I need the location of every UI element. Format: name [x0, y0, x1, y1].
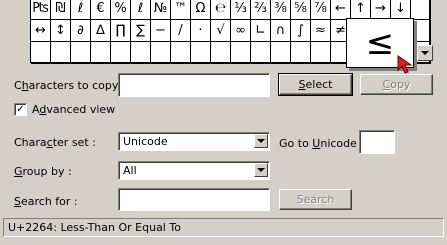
char-cell[interactable] [191, 42, 211, 64]
char-cell[interactable] [111, 42, 131, 64]
search-for-input[interactable] [118, 188, 270, 211]
chevron-down-icon [257, 168, 265, 172]
search-for-label: Search for : [14, 195, 78, 208]
char-cell[interactable] [211, 42, 231, 64]
char-cell[interactable]: ↕ [51, 20, 71, 42]
character-set-dropdown-button[interactable] [254, 134, 268, 148]
char-cell[interactable]: € [91, 0, 111, 20]
group-by-value: All [123, 164, 137, 177]
char-cell[interactable]: ∂ [71, 20, 91, 42]
char-cell[interactable]: % [111, 0, 131, 20]
char-cell[interactable] [151, 42, 171, 64]
select-button-label: Select [298, 78, 333, 91]
char-cell[interactable]: ₪ [51, 0, 71, 20]
char-cell[interactable]: √ [211, 20, 231, 42]
char-cell[interactable]: ℓ [131, 0, 151, 20]
advanced-view-checkbox[interactable]: ✓ [14, 103, 27, 116]
char-cell[interactable]: ₧ [31, 0, 51, 20]
char-cell[interactable] [311, 42, 331, 64]
go-to-unicode-label: Go to Unicode : [279, 137, 365, 150]
group-by-select[interactable]: All [118, 161, 270, 180]
char-cell[interactable] [411, 0, 431, 20]
char-cell[interactable]: ⅔ [251, 0, 271, 20]
check-icon: ✓ [16, 104, 25, 115]
character-set-value: Unicode [123, 135, 168, 148]
copy-button-label: Copy [382, 78, 411, 91]
chevron-down-icon [421, 51, 429, 55]
char-cell[interactable]: → [371, 0, 391, 20]
char-cell[interactable] [251, 42, 271, 64]
go-to-unicode-input[interactable] [359, 130, 395, 154]
group-by-label: Group by : [14, 165, 72, 178]
char-cell[interactable] [91, 42, 111, 64]
char-cell[interactable] [231, 42, 251, 64]
characters-to-copy-label: Characters to copy : [14, 79, 126, 92]
char-cell[interactable] [271, 42, 291, 64]
char-cell[interactable]: ⅞ [311, 0, 331, 20]
char-cell[interactable]: Ω [191, 0, 211, 20]
search-button-label: Search [296, 193, 335, 206]
char-cell[interactable]: ↓ [391, 0, 411, 20]
char-cell[interactable] [171, 42, 191, 64]
char-cell[interactable]: · [191, 20, 211, 42]
char-cell[interactable]: ← [331, 0, 351, 20]
select-button[interactable]: Select [278, 73, 353, 96]
char-cell[interactable]: ∟ [251, 20, 271, 42]
mouse-pointer-icon [397, 55, 413, 74]
characters-to-copy-input[interactable] [118, 73, 270, 97]
char-cell[interactable]: ∩ [271, 20, 291, 42]
char-cell[interactable]: / [171, 20, 191, 42]
char-cell[interactable]: ™ [171, 0, 191, 20]
char-cell[interactable]: ⅜ [271, 0, 291, 20]
char-cell[interactable]: ↑ [351, 0, 371, 20]
char-cell[interactable]: ∏ [111, 20, 131, 42]
character-set-select[interactable]: Unicode [118, 132, 270, 151]
grid-scroll-down-button[interactable] [417, 45, 433, 61]
copy-button[interactable]: Copy [360, 74, 433, 95]
search-button[interactable]: Search [279, 189, 352, 210]
char-cell[interactable]: ∫ [291, 20, 311, 42]
char-cell[interactable]: − [151, 20, 171, 42]
char-cell[interactable]: ℓ [71, 0, 91, 20]
char-cell[interactable]: № [151, 0, 171, 20]
char-cell[interactable] [131, 42, 151, 64]
char-cell[interactable]: ⅝ [291, 0, 311, 20]
char-cell[interactable]: ∑ [131, 20, 151, 42]
char-cell[interactable] [291, 42, 311, 64]
status-bar: U+2264: Less-Than Or Equal To [3, 218, 444, 237]
status-text: U+2264: Less-Than Or Equal To [8, 221, 181, 234]
char-cell[interactable] [31, 42, 51, 64]
character-set-label: Character set : [14, 136, 96, 149]
char-cell[interactable]: ↔ [31, 20, 51, 42]
char-cell[interactable]: ≈ [311, 20, 331, 42]
char-cell[interactable] [51, 42, 71, 64]
char-cell[interactable]: ℮ [211, 0, 231, 20]
char-cell[interactable]: ∆ [91, 20, 111, 42]
char-cell[interactable]: ∞ [231, 20, 251, 42]
char-cell[interactable] [71, 42, 91, 64]
group-by-dropdown-button[interactable] [254, 163, 268, 177]
char-cell[interactable] [411, 20, 431, 42]
char-cell[interactable]: ⅓ [231, 0, 251, 20]
advanced-view-label[interactable]: Advanced view [32, 103, 115, 116]
chevron-down-icon [257, 139, 265, 143]
